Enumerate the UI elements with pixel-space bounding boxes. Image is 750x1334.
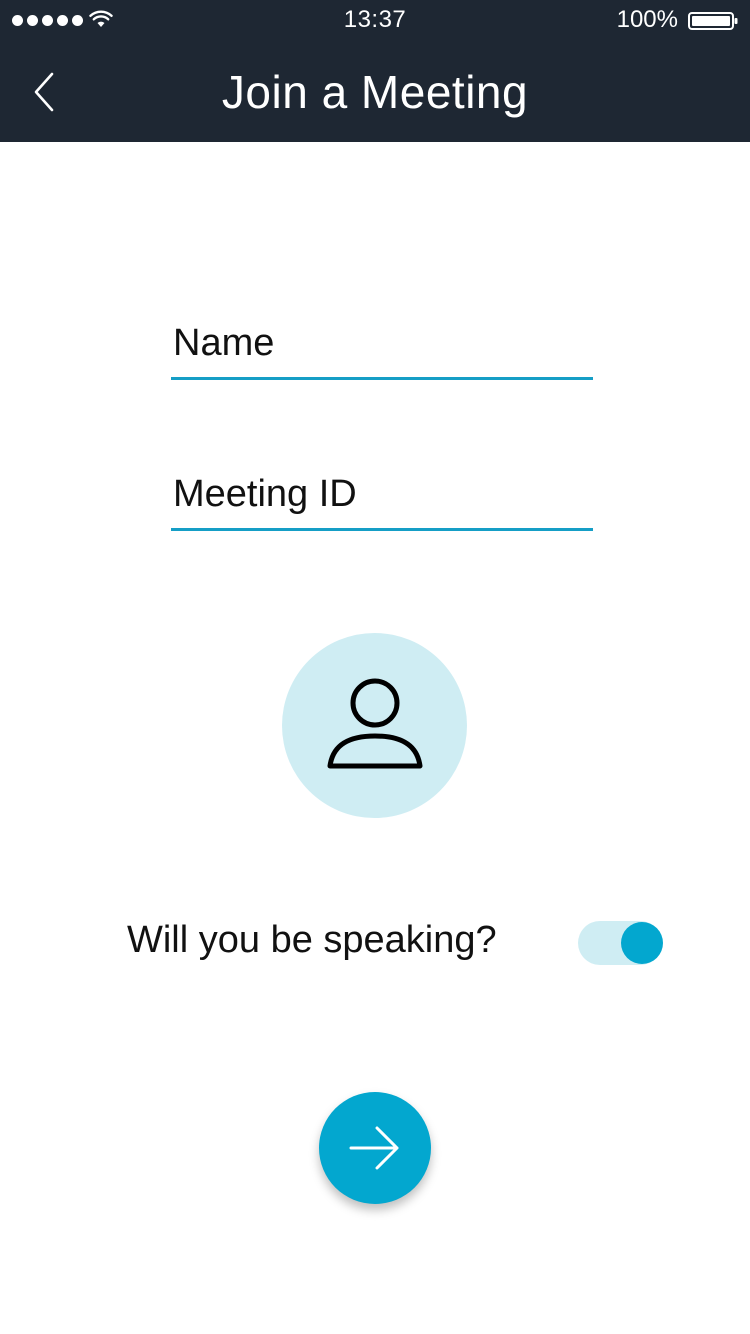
speaking-label: Will you be speaking? bbox=[127, 919, 497, 961]
continue-button[interactable] bbox=[319, 1092, 431, 1204]
meeting-id-input[interactable] bbox=[171, 461, 593, 527]
user-icon bbox=[327, 678, 422, 768]
status-bar: 13:37 100% bbox=[0, 0, 750, 40]
name-input[interactable] bbox=[171, 310, 593, 376]
battery-percent: 100% bbox=[616, 6, 678, 33]
avatar-button[interactable] bbox=[282, 633, 467, 818]
header-bar: 13:37 100% Join a Meeting bbox=[0, 0, 750, 142]
speaking-toggle[interactable] bbox=[578, 921, 664, 965]
toggle-knob bbox=[621, 922, 663, 964]
arrow-right-icon bbox=[349, 1126, 399, 1170]
page-title: Join a Meeting bbox=[221, 66, 529, 118]
battery-icon bbox=[688, 12, 738, 30]
name-field bbox=[171, 310, 593, 380]
meeting-id-field bbox=[171, 461, 593, 531]
